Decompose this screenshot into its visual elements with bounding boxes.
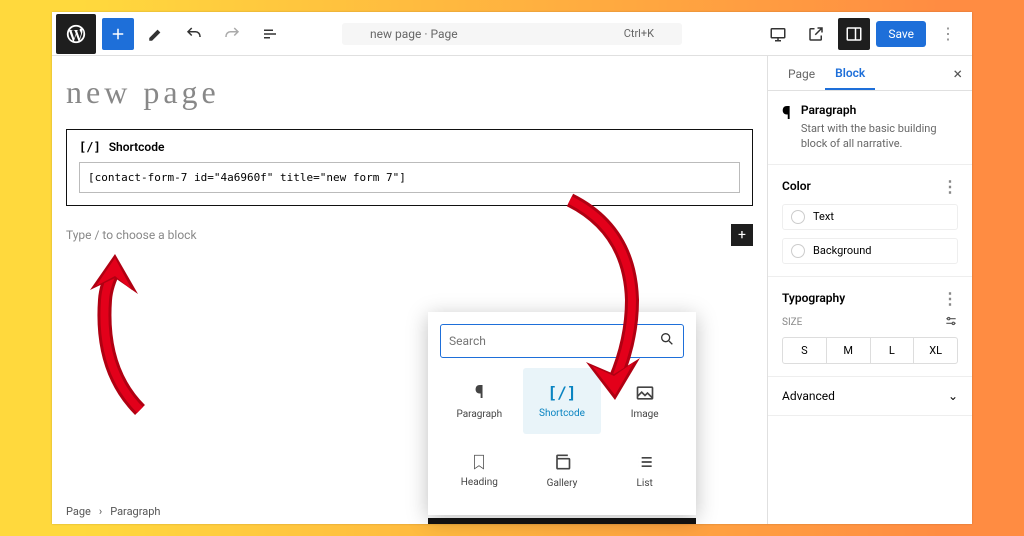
color-panel-title: Color: [782, 179, 811, 193]
block-placeholder[interactable]: Type / to choose a block: [66, 228, 197, 242]
more-options-icon[interactable]: ⋮: [932, 18, 964, 50]
inserter-search[interactable]: [440, 324, 684, 358]
color-text-row[interactable]: Text: [782, 204, 958, 230]
block-label: Shortcode: [109, 140, 165, 154]
edit-icon[interactable]: [140, 18, 172, 50]
document-title: new page · Page: [370, 27, 458, 41]
advanced-panel[interactable]: Advanced ⌄: [768, 377, 972, 416]
shortcode-icon: [/]: [79, 140, 101, 154]
typo-options-icon[interactable]: ⋮: [942, 289, 958, 308]
gallery-icon: [552, 452, 572, 472]
inserter-list[interactable]: List: [605, 438, 684, 503]
list-icon: [635, 452, 655, 472]
list-view-icon[interactable]: [254, 18, 286, 50]
inserter-heading[interactable]: Heading: [440, 438, 519, 503]
search-input[interactable]: [449, 334, 659, 348]
block-description: Start with the basic building block of a…: [801, 121, 958, 152]
shortcode-input[interactable]: [contact-form-7 id="4a6960f" title="new …: [79, 162, 740, 193]
sliders-icon[interactable]: [944, 314, 958, 331]
breadcrumb-leaf[interactable]: Paragraph: [110, 505, 160, 518]
inserter-gallery[interactable]: Gallery: [523, 438, 602, 503]
desktop-view-icon[interactable]: [762, 18, 794, 50]
external-link-icon[interactable]: [800, 18, 832, 50]
size-l[interactable]: L: [871, 338, 915, 363]
topbar: new page · Page Ctrl+K Save ⋮: [52, 12, 972, 56]
size-s[interactable]: S: [783, 338, 827, 363]
image-icon: [635, 383, 655, 403]
size-xl[interactable]: XL: [914, 338, 957, 363]
chevron-right-icon: ›: [99, 505, 102, 518]
close-sidebar-button[interactable]: ×: [953, 64, 962, 83]
search-icon[interactable]: [659, 331, 675, 351]
size-selector[interactable]: S M L XL: [782, 337, 958, 364]
inserter-shortcode[interactable]: [/] Shortcode: [523, 368, 602, 434]
inserter-image[interactable]: Image: [605, 368, 684, 434]
wordpress-logo-icon[interactable]: [56, 14, 96, 54]
size-label: SIZE: [782, 317, 802, 328]
chevron-down-icon: ⌄: [948, 389, 958, 403]
inserter-paragraph[interactable]: ¶ Paragraph: [440, 368, 519, 434]
inline-add-block-button[interactable]: +: [731, 224, 753, 246]
bg-swatch-icon: [791, 244, 805, 258]
bookmark-icon: [470, 453, 488, 471]
typography-panel-title: Typography: [782, 291, 845, 305]
redo-button[interactable]: [216, 18, 248, 50]
paragraph-icon: ¶: [475, 382, 484, 403]
text-swatch-icon: [791, 210, 805, 224]
document-title-bar[interactable]: new page · Page Ctrl+K: [342, 23, 682, 45]
undo-button[interactable]: [178, 18, 210, 50]
block-inserter-popup: ¶ Paragraph [/] Shortcode Image Heading …: [428, 312, 696, 515]
page-title[interactable]: new page: [66, 74, 753, 111]
breadcrumb[interactable]: Page › Paragraph: [66, 505, 160, 518]
color-background-row[interactable]: Background: [782, 238, 958, 264]
paragraph-icon: ¶: [782, 103, 791, 124]
breadcrumb-root[interactable]: Page: [66, 505, 91, 518]
save-button[interactable]: Save: [876, 21, 926, 47]
shortcode-block[interactable]: [/] Shortcode [contact-form-7 id="4a6960…: [66, 129, 753, 206]
add-block-button[interactable]: [102, 18, 134, 50]
size-m[interactable]: M: [827, 338, 871, 363]
settings-sidebar: Page Block × ¶ Paragraph Start with the …: [767, 56, 972, 524]
shortcode-icon: [/]: [548, 383, 577, 402]
color-options-icon[interactable]: ⋮: [942, 177, 958, 196]
settings-sidebar-toggle[interactable]: [838, 18, 870, 50]
right-toolbar: Save ⋮: [762, 18, 964, 50]
tab-page[interactable]: Page: [778, 57, 825, 89]
keyboard-shortcut: Ctrl+K: [624, 27, 654, 40]
block-name: Paragraph: [801, 103, 958, 117]
tab-block[interactable]: Block: [825, 56, 875, 90]
